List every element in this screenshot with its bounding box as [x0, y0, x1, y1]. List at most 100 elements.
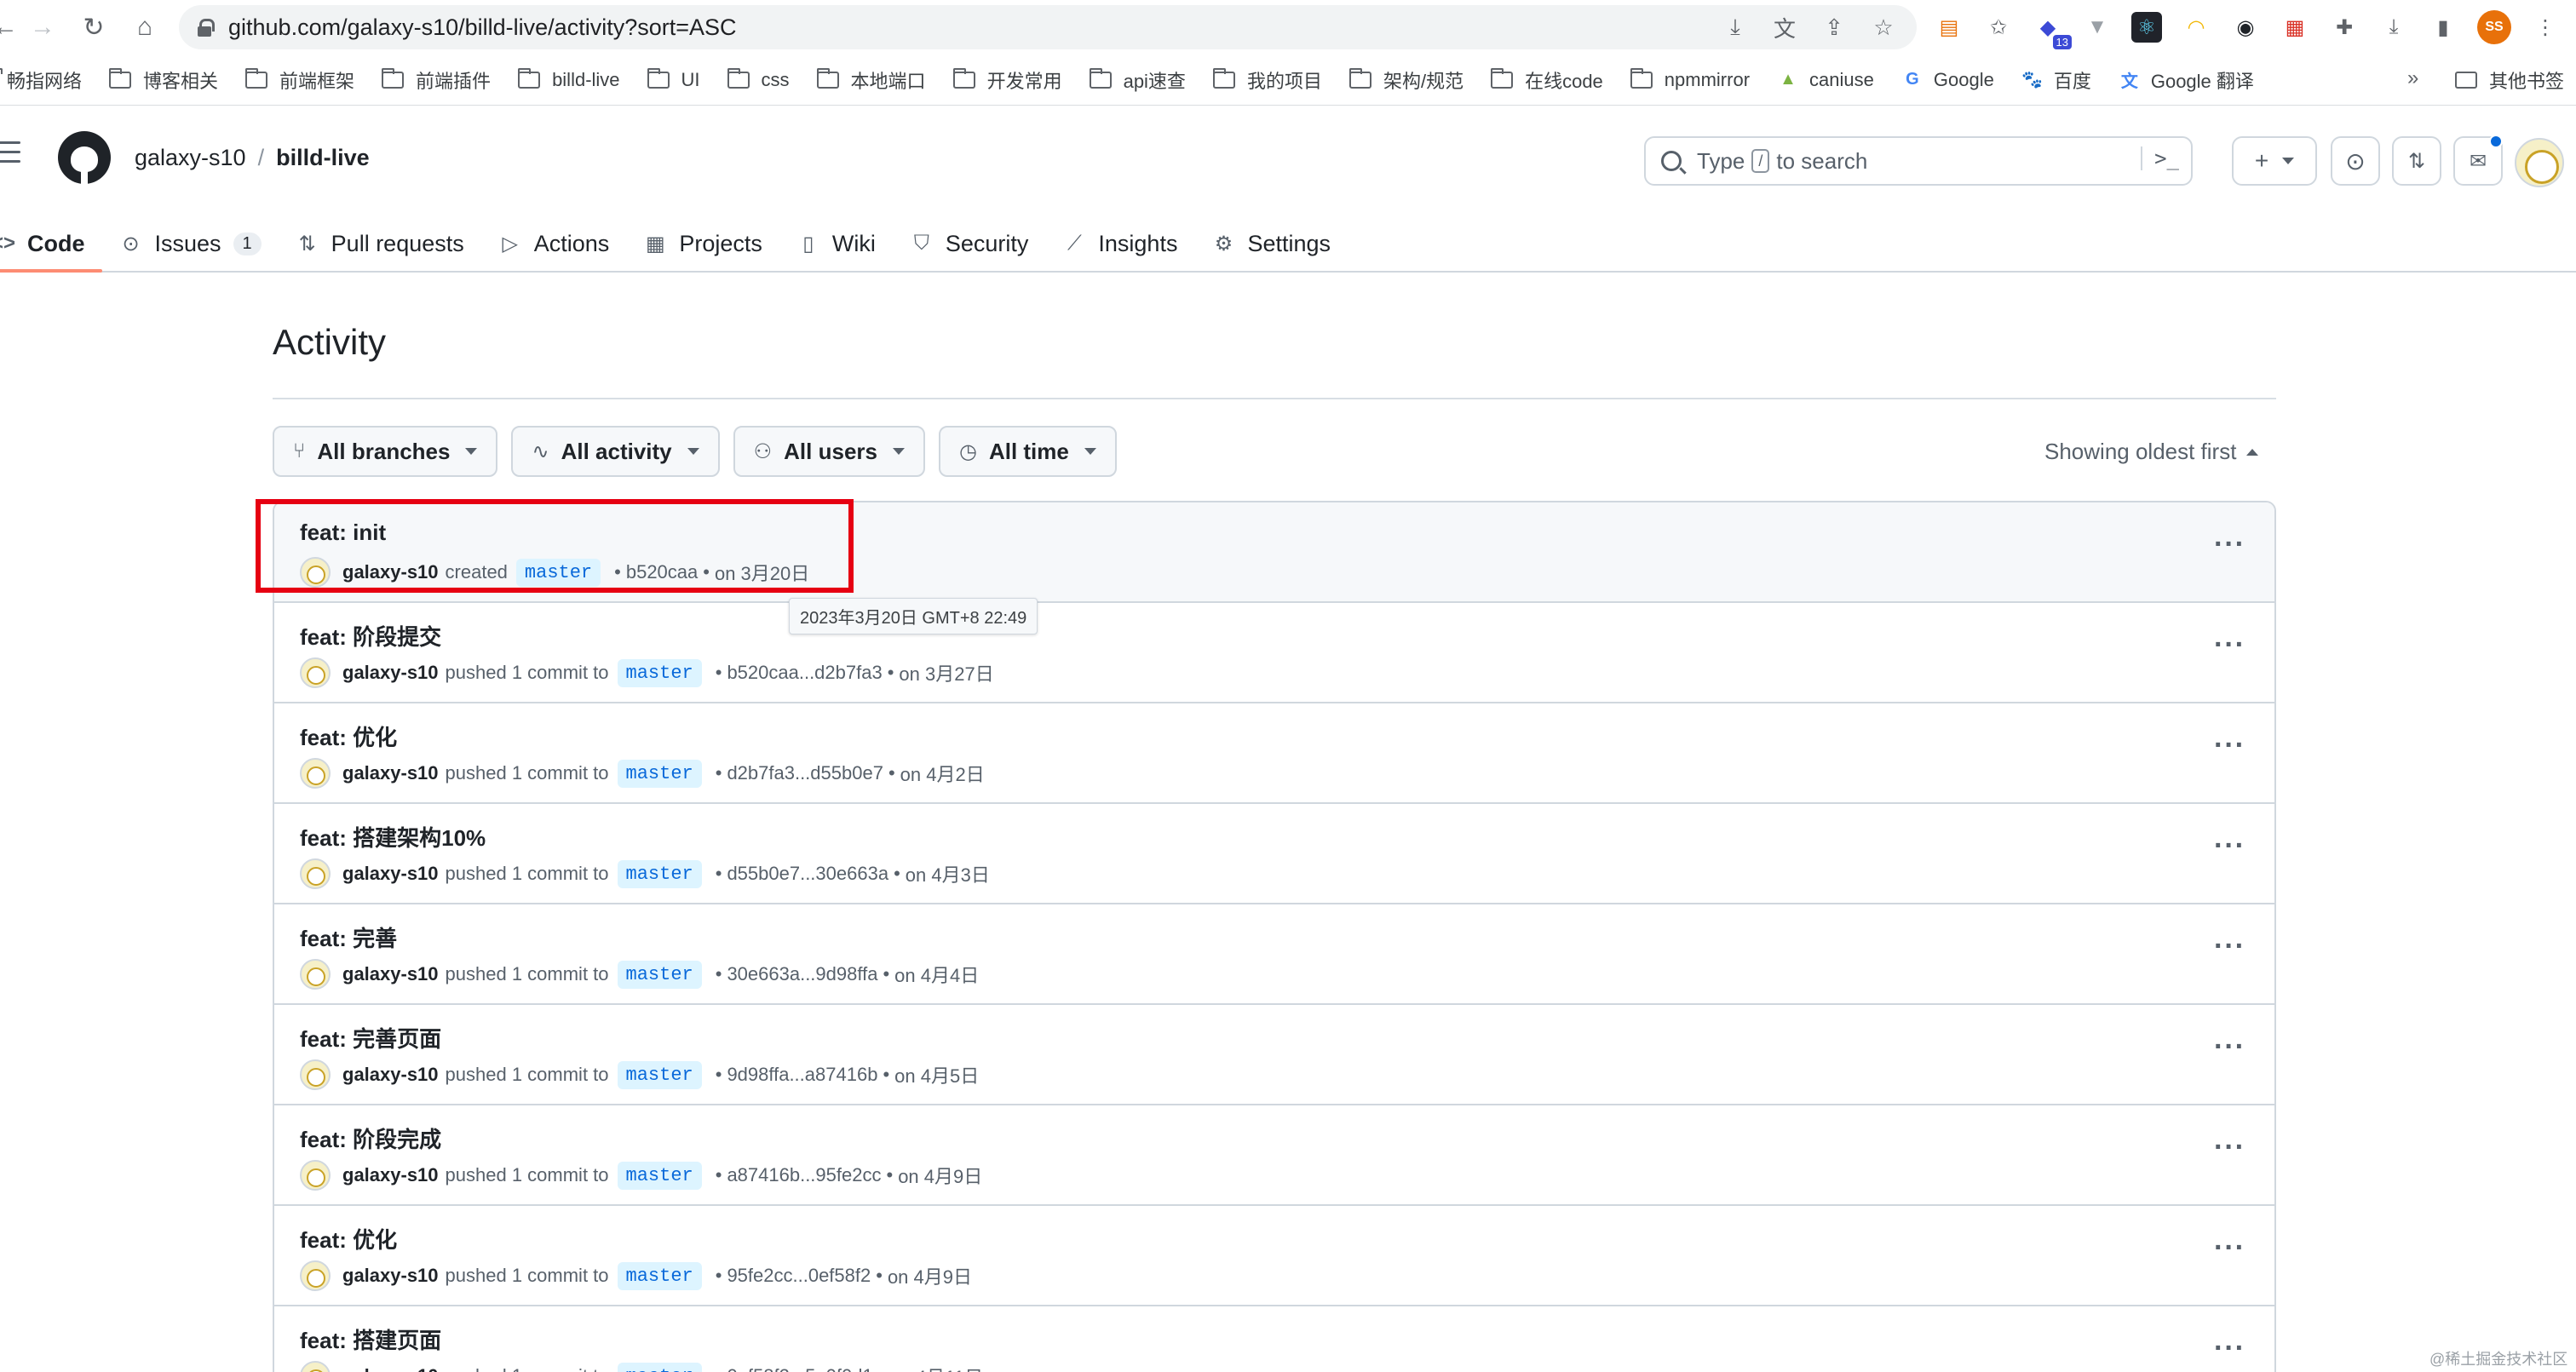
tab-projects[interactable]: ▦ Projects: [626, 220, 779, 267]
activity-item[interactable]: feat: 搭建架构10% galaxy-s10 pushed 1 commit…: [274, 802, 2274, 903]
avatar[interactable]: [300, 858, 331, 889]
repo-name-link[interactable]: billd-live: [276, 145, 370, 171]
bookmark-site[interactable]: G Google: [1901, 69, 1994, 91]
user-avatar[interactable]: [2515, 138, 2564, 187]
branch-label[interactable]: master: [617, 658, 702, 687]
bookmark-folder[interactable]: 架构/规范: [1348, 66, 1463, 94]
create-new-button[interactable]: +: [2232, 136, 2317, 186]
tab-issues[interactable]: ⊙ Issues 1: [102, 220, 279, 267]
activity-date[interactable]: on 4月11日: [889, 1363, 983, 1372]
more-options-button[interactable]: ···: [2214, 930, 2245, 963]
commit-title[interactable]: feat: 完善: [300, 921, 397, 953]
tab-pull-requests[interactable]: ⇅ Pull requests: [279, 220, 481, 267]
bookmark-site[interactable]: 文 Google 翻译: [2119, 66, 2254, 94]
vue-extension-icon[interactable]: ▼: [2082, 12, 2113, 43]
activity-filter-button[interactable]: ∿ All activity: [511, 426, 720, 477]
back-icon[interactable]: ←: [0, 10, 22, 44]
tab-settings[interactable]: ⚙ Settings: [1194, 220, 1348, 267]
commit-range-link[interactable]: 30e663a...9d98ffa: [727, 963, 877, 985]
other-bookmarks[interactable]: 其他书签: [2455, 55, 2564, 106]
avatar[interactable]: [300, 959, 331, 990]
star-extension-icon[interactable]: ✩: [1983, 12, 2014, 43]
translate-icon[interactable]: 文: [1770, 12, 1799, 43]
more-options-button[interactable]: ···: [2214, 729, 2245, 762]
bookmark-folder[interactable]: css: [727, 67, 790, 91]
forward-icon[interactable]: →: [26, 10, 60, 44]
calendar-extension-icon[interactable]: ▦: [2280, 12, 2310, 43]
bookmarks-overflow-chevron[interactable]: »: [2407, 66, 2418, 90]
bookmark-folder[interactable]: 我的项目: [1212, 66, 1322, 94]
activity-date[interactable]: on 3月27日: [899, 659, 993, 686]
commit-title[interactable]: feat: 优化: [300, 720, 397, 752]
commit-title[interactable]: feat: 阶段完成: [300, 1122, 441, 1154]
edge-extension-icon[interactable]: ◉: [2230, 12, 2261, 43]
activity-item[interactable]: feat: 阶段提交 galaxy-s10 pushed 1 commit to…: [274, 601, 2274, 702]
activity-item[interactable]: feat: 搭建页面 galaxy-s10 pushed 1 commit to…: [274, 1305, 2274, 1372]
avatar[interactable]: [300, 1160, 331, 1191]
more-options-button[interactable]: ···: [2214, 528, 2245, 561]
tab-wiki[interactable]: ▯ Wiki: [779, 220, 893, 267]
feed-extension-icon[interactable]: ◠: [2181, 12, 2211, 43]
bookmark-folder[interactable]: npmmirror: [1630, 67, 1750, 91]
commit-range-link[interactable]: 95fe2cc...0ef58f2: [727, 1265, 871, 1287]
commit-range-link[interactable]: 9d98ffa...a87416b: [727, 1064, 877, 1086]
branch-label[interactable]: master: [617, 960, 702, 989]
commit-title[interactable]: feat: 阶段提交: [300, 620, 441, 652]
search-input[interactable]: Type / to search >_: [1644, 136, 2193, 186]
lock-icon[interactable]: [198, 19, 215, 37]
user-link[interactable]: galaxy-s10: [342, 662, 439, 684]
more-options-button[interactable]: ···: [2214, 1231, 2245, 1265]
profile-avatar[interactable]: SS: [2477, 10, 2511, 44]
activity-date[interactable]: on 4月9日: [888, 1262, 972, 1289]
branch-label[interactable]: master: [617, 859, 702, 888]
activity-item[interactable]: feat: 优化 galaxy-s10 pushed 1 commit to m…: [274, 1204, 2274, 1305]
more-options-button[interactable]: ···: [2214, 830, 2245, 863]
bookmark-folder[interactable]: 前端插件: [382, 66, 491, 94]
repo-owner-link[interactable]: galaxy-s10: [135, 145, 246, 171]
commit-range-link[interactable]: a87416b...95fe2cc: [727, 1164, 881, 1186]
activity-date[interactable]: on 4月9日: [898, 1162, 982, 1189]
commit-range-link[interactable]: d2b7fa3...d55b0e7: [727, 762, 883, 784]
bookmark-folder[interactable]: 前端框架: [245, 66, 354, 94]
user-link[interactable]: galaxy-s10: [342, 863, 439, 885]
commit-title[interactable]: feat: 搭建页面: [300, 1323, 441, 1355]
user-link[interactable]: galaxy-s10: [342, 1265, 439, 1287]
issues-button[interactable]: ⊙: [2331, 136, 2380, 186]
url-text[interactable]: github.com/galaxy-s10/billd-live/activit…: [228, 14, 737, 41]
avatar[interactable]: [300, 1260, 331, 1291]
bookmark-folder[interactable]: 畅指网络: [0, 66, 82, 94]
share-icon[interactable]: ⇪: [1820, 14, 1849, 41]
reload-icon[interactable]: ↻: [77, 10, 111, 44]
tab-insights[interactable]: ⟋ Insights: [1045, 220, 1194, 267]
bookmark-site[interactable]: ▲ caniuse: [1777, 69, 1874, 91]
user-link[interactable]: galaxy-s10: [342, 1365, 439, 1372]
bookmark-folder[interactable]: UI: [647, 67, 700, 91]
home-icon[interactable]: ⌂: [128, 10, 162, 44]
more-options-button[interactable]: ···: [2214, 1332, 2245, 1365]
bookmark-folder[interactable]: billd-live: [518, 67, 620, 91]
user-link[interactable]: galaxy-s10: [342, 762, 439, 784]
bookmark-folder[interactable]: 开发常用: [952, 66, 1062, 94]
activity-item[interactable]: feat: 优化 galaxy-s10 pushed 1 commit to m…: [274, 702, 2274, 802]
tab-security[interactable]: ⛉ Security: [893, 220, 1046, 267]
branch-label[interactable]: master: [617, 759, 702, 788]
avatar[interactable]: [300, 1059, 331, 1090]
menu-kebab-icon[interactable]: ⋮: [2530, 12, 2561, 43]
react-extension-icon[interactable]: ⚛: [2131, 12, 2162, 43]
activity-item[interactable]: feat: 完善页面 galaxy-s10 pushed 1 commit to…: [274, 1003, 2274, 1104]
avatar[interactable]: [300, 758, 331, 789]
activity-date[interactable]: on 4月4日: [894, 961, 979, 988]
activity-item[interactable]: feat: 完善 galaxy-s10 pushed 1 commit to m…: [274, 903, 2274, 1003]
download-icon[interactable]: ⤓: [2378, 12, 2409, 43]
commit-title[interactable]: feat: 完善页面: [300, 1022, 441, 1053]
users-filter-button[interactable]: ⚇ All users: [733, 426, 925, 477]
bookmark-folder[interactable]: 博客相关: [109, 66, 218, 94]
bookmark-site[interactable]: 🐾 百度: [2021, 66, 2090, 94]
branch-label[interactable]: master: [617, 1261, 702, 1290]
sort-order-toggle[interactable]: Showing oldest first: [2044, 439, 2259, 465]
activity-date[interactable]: on 4月2日: [900, 760, 985, 787]
more-options-button[interactable]: ···: [2214, 1131, 2245, 1164]
command-palette-icon[interactable]: >_: [2141, 146, 2179, 170]
time-filter-button[interactable]: ◷ All time: [938, 426, 1117, 477]
activity-item[interactable]: feat: 阶段完成 galaxy-s10 pushed 1 commit to…: [274, 1104, 2274, 1204]
